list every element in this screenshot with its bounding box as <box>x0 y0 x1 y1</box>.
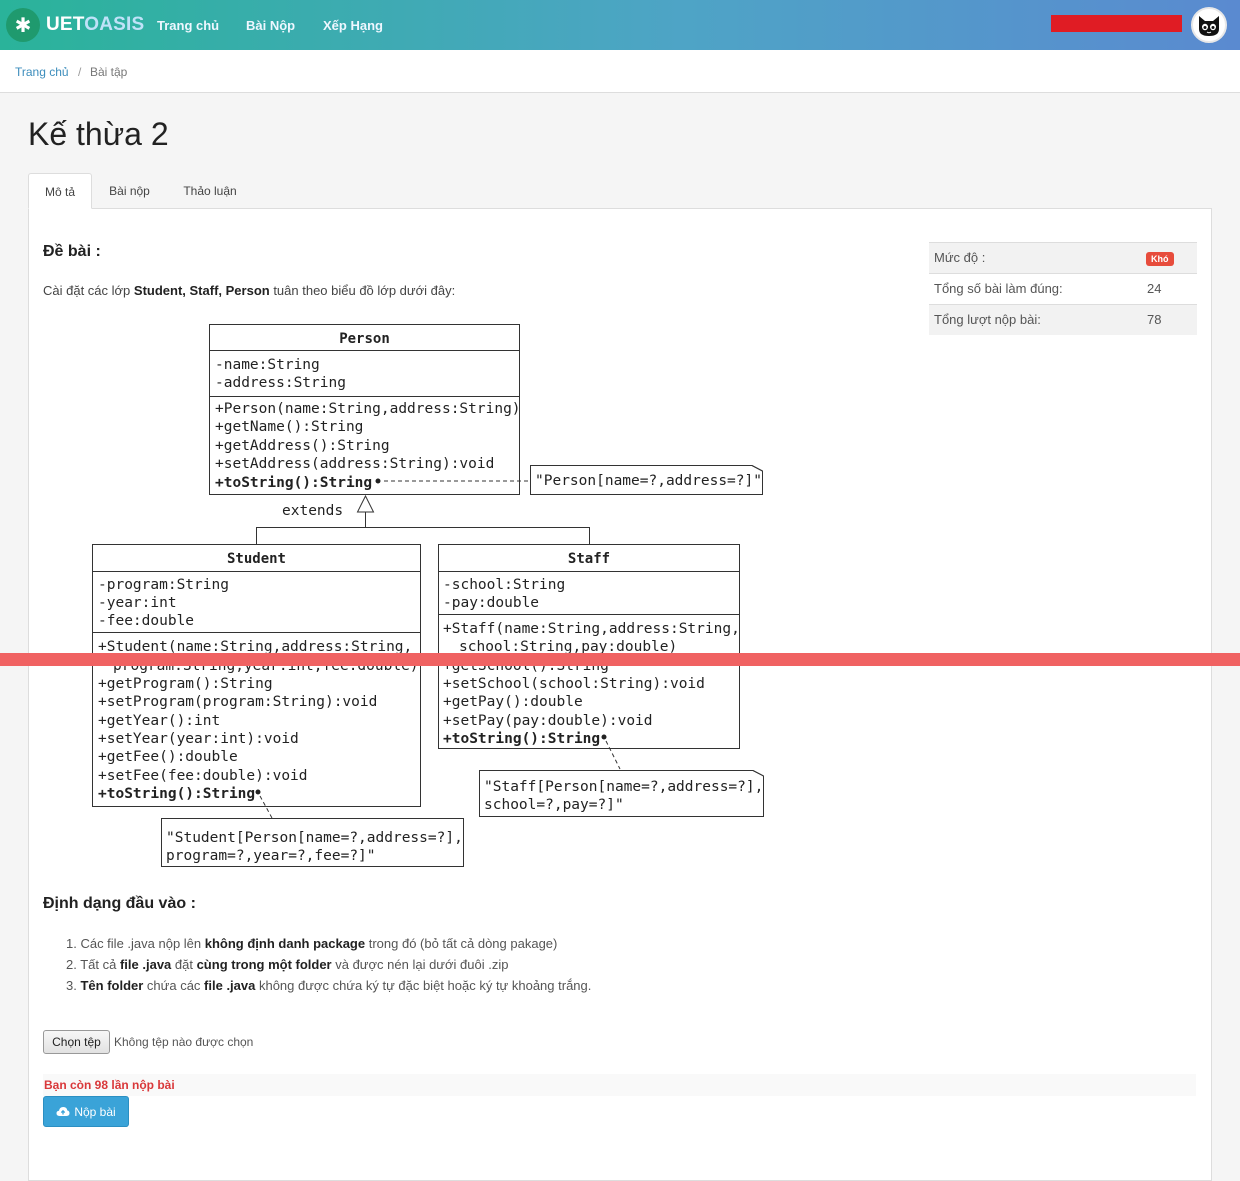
meta-correct-value: 24 <box>1147 281 1162 296</box>
breadcrumb-bar <box>0 50 1240 93</box>
top-navbar: ✱ UETOASIS Trang chủ Bài Nộp Xếp Hạng <box>0 0 1240 50</box>
meta-correct-row: Tổng số bài làm đúng: 24 <box>929 273 1197 304</box>
breadcrumb-separator: / <box>78 65 82 79</box>
cloud-upload-icon <box>56 1107 70 1116</box>
nav-home-link[interactable]: Trang chủ <box>157 18 219 33</box>
list-item: 3. Tên folder chứa các file .java không … <box>66 978 592 993</box>
tab-submissions[interactable]: Bài nộp <box>92 173 167 209</box>
palm-tree-icon: ✱ <box>6 8 40 42</box>
brand-name: UETOASIS <box>46 14 145 35</box>
remaining-submissions: Bạn còn 98 lần nộp bài <box>44 1078 175 1092</box>
user-avatar[interactable] <box>1191 7 1227 43</box>
input-format-list: 1. Các file .java nộp lên không định dan… <box>66 933 591 996</box>
nav-ranking-link[interactable]: Xếp Hạng <box>323 18 383 33</box>
list-item: 2. Tất cả file .java đặt cùng trong một … <box>66 957 509 972</box>
list-item: 1. Các file .java nộp lên không định dan… <box>66 936 558 951</box>
red-highlight-line <box>0 653 1240 666</box>
cat-avatar-icon <box>1199 16 1219 36</box>
redacted-username[interactable] <box>1051 15 1182 32</box>
meta-level-label: Mức độ : <box>934 250 986 265</box>
remaining-bar <box>43 1074 1196 1096</box>
file-status-text: Không tệp nào được chọn <box>114 1035 254 1049</box>
meta-submissions-label: Tổng lượt nộp bài: <box>934 312 1041 327</box>
problem-description: Cài đặt các lớp Student, Staff, Person t… <box>43 283 456 298</box>
breadcrumb-current: Bài tập <box>90 65 128 79</box>
meta-level-row: Mức độ : Khó <box>929 242 1197 273</box>
choose-file-button[interactable]: Chọn tệp <box>43 1030 110 1054</box>
meta-correct-label: Tổng số bài làm đúng: <box>934 281 1063 296</box>
brand-logo[interactable]: ✱ UETOASIS <box>6 8 144 42</box>
page-title: Kế thừa 2 <box>28 116 169 152</box>
submit-button[interactable]: Nộp bài <box>43 1096 129 1127</box>
tab-discussion[interactable]: Thảo luận <box>167 173 253 209</box>
meta-submissions-row: Tổng lượt nộp bài: 78 <box>929 304 1197 335</box>
input-format-heading: Định dạng đầu vào : <box>43 895 196 912</box>
tab-description[interactable]: Mô tả <box>28 173 92 209</box>
difficulty-badge: Khó <box>1146 252 1174 266</box>
breadcrumb-home-link[interactable]: Trang chủ <box>15 65 69 79</box>
meta-submissions-value: 78 <box>1147 312 1162 327</box>
submit-button-label: Nộp bài <box>74 1104 116 1119</box>
nav-submissions-link[interactable]: Bài Nộp <box>246 18 295 33</box>
problem-heading: Đề bài : <box>43 243 101 260</box>
problem-meta-table: Mức độ : Khó Tổng số bài làm đúng: 24 Tổ… <box>929 242 1197 335</box>
